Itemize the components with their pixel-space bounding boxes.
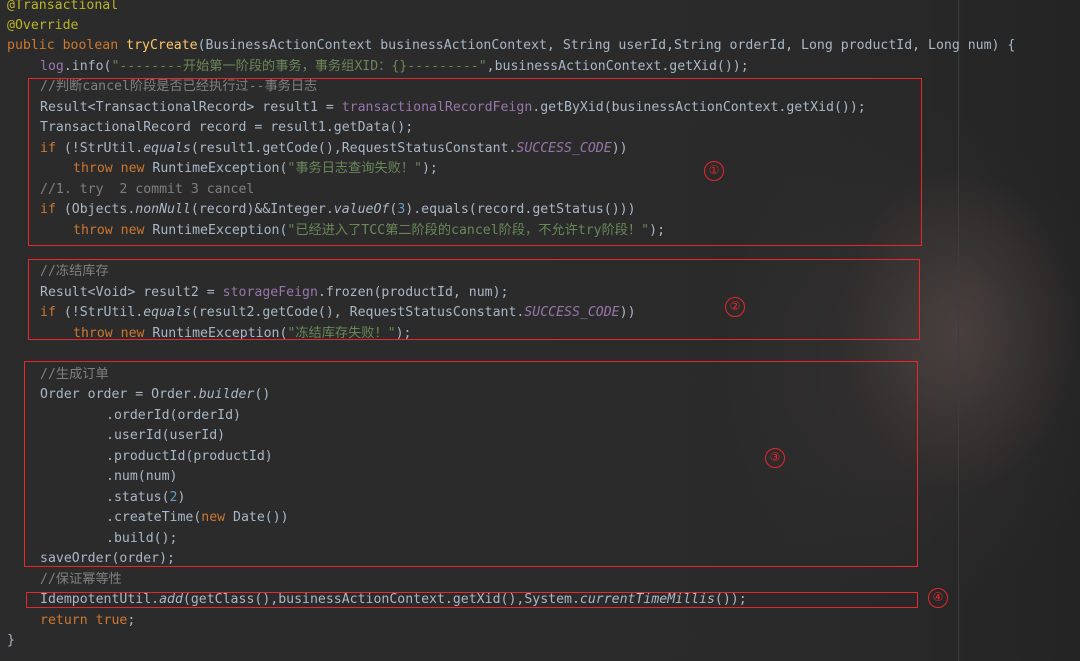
keyword-boolean: boolean xyxy=(62,38,119,53)
method-name: tryCreate xyxy=(126,38,198,53)
code-line-4: log.info("--------开始第一阶段的事务，事务组XID：{}---… xyxy=(40,57,749,78)
annotation-box-1 xyxy=(28,78,922,246)
code-line-1: @Transactional xyxy=(7,0,118,17)
marker-1: ① xyxy=(704,161,724,181)
annotation-override: @Override xyxy=(7,18,79,33)
annotation-transactional: @Transactional xyxy=(7,0,119,13)
code-text: ,businessActionContext.getXid()); xyxy=(486,59,749,74)
method-params: (BusinessActionContext businessActionCon… xyxy=(197,38,1016,53)
code-line-27: //保证幂等性 xyxy=(40,570,122,591)
marker-3: ③ xyxy=(765,448,785,468)
annotation-box-4 xyxy=(26,592,918,608)
marker-4: ④ xyxy=(928,588,948,608)
code-line-30: } xyxy=(7,631,15,652)
annotation-box-3 xyxy=(24,361,918,567)
code-line-29: return true; xyxy=(40,611,135,632)
code-line-3: public boolean tryCreate(BusinessActionC… xyxy=(7,36,1015,57)
keyword-return: return xyxy=(40,613,88,628)
keyword-true: true xyxy=(95,613,128,628)
string-literal: "--------开始第一阶段的事务，事务组XID：{}---------" xyxy=(111,59,487,74)
comment: //保证幂等性 xyxy=(40,572,122,587)
code-line-2: @Override xyxy=(7,16,78,37)
annotation-box-2 xyxy=(28,259,920,340)
keyword-public: public xyxy=(7,38,55,53)
field-log: log xyxy=(40,59,64,74)
code-text: ; xyxy=(127,613,136,628)
marker-2: ② xyxy=(725,297,745,317)
code-text: .info( xyxy=(63,59,112,74)
code-text: } xyxy=(7,633,15,648)
